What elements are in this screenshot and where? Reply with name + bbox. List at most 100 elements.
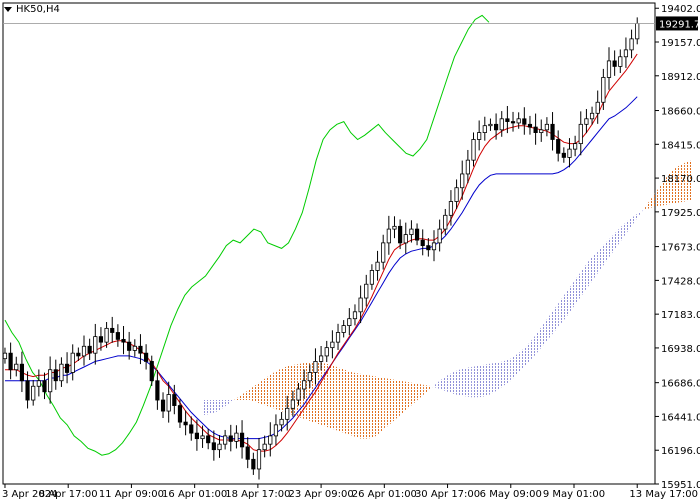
candle-body bbox=[454, 187, 459, 202]
candle-body bbox=[59, 363, 64, 382]
candle-body bbox=[539, 129, 544, 133]
candle bbox=[93, 323, 98, 365]
cloud-segment bbox=[637, 207, 646, 219]
candle bbox=[561, 147, 566, 163]
candle-body bbox=[290, 399, 295, 409]
candle-body bbox=[556, 139, 561, 154]
candle-body bbox=[189, 424, 194, 434]
candle bbox=[431, 230, 437, 262]
candle-body bbox=[19, 363, 25, 382]
cloud-segment bbox=[329, 364, 337, 431]
candle bbox=[251, 452, 256, 475]
candle-body bbox=[499, 118, 504, 131]
candle bbox=[635, 17, 640, 45]
candle bbox=[132, 339, 137, 357]
cloud-segment bbox=[431, 380, 440, 390]
candle-body bbox=[426, 245, 431, 251]
candle-body bbox=[584, 118, 589, 125]
candle-body bbox=[578, 123, 583, 145]
candle bbox=[567, 138, 572, 168]
cloud-segment bbox=[487, 362, 495, 396]
candle bbox=[330, 330, 335, 359]
candle bbox=[200, 425, 205, 448]
cloud-segment bbox=[494, 361, 503, 392]
cloud-segment bbox=[439, 375, 448, 392]
candle-body bbox=[375, 261, 380, 271]
candle-body bbox=[183, 421, 188, 426]
candle bbox=[239, 420, 245, 459]
cloud-segment bbox=[621, 219, 630, 241]
candle bbox=[386, 215, 391, 255]
candle-body bbox=[448, 201, 454, 216]
candle bbox=[223, 429, 228, 450]
candle bbox=[2, 347, 8, 364]
candle-body bbox=[522, 118, 527, 125]
candle bbox=[510, 111, 516, 132]
y-tick-label: 18912.0 bbox=[661, 72, 700, 83]
candle-body bbox=[437, 228, 442, 244]
candle bbox=[612, 50, 617, 76]
cloud-segment bbox=[447, 371, 456, 395]
candle bbox=[324, 340, 329, 363]
x-tick-label: 6 May 09:00 bbox=[480, 489, 542, 500]
candle-body bbox=[228, 435, 233, 442]
x-tick-label: 9 May 01:00 bbox=[543, 489, 605, 500]
candle bbox=[522, 107, 527, 135]
candle-body bbox=[550, 123, 555, 140]
candle bbox=[256, 437, 262, 480]
y-tick-label: 17673.0 bbox=[661, 243, 700, 254]
candle bbox=[268, 422, 273, 457]
current-price-marker: 19291.7 bbox=[3, 16, 700, 31]
candle bbox=[471, 132, 476, 167]
cloud-segment bbox=[281, 365, 290, 414]
candle bbox=[121, 326, 126, 355]
candle-body bbox=[341, 325, 346, 333]
candle-body bbox=[561, 152, 566, 158]
candle-body bbox=[262, 443, 267, 451]
candle bbox=[539, 119, 544, 142]
candle bbox=[595, 90, 600, 124]
candle-body bbox=[319, 355, 324, 362]
candle bbox=[426, 238, 431, 257]
cloud-segment bbox=[289, 364, 298, 417]
candle-body bbox=[516, 118, 521, 124]
candle bbox=[70, 344, 75, 381]
candle-body bbox=[239, 432, 245, 448]
x-tick-label: 18 Apr 17:00 bbox=[225, 489, 290, 500]
candle bbox=[59, 357, 64, 387]
cloud-segment bbox=[360, 373, 369, 439]
candle-body bbox=[98, 336, 104, 343]
candle bbox=[335, 323, 341, 350]
candle-body bbox=[392, 225, 397, 230]
candle bbox=[19, 351, 25, 393]
chart-area[interactable]: 19402.0 19157.0 18912.0 18660.0 18415.0 18170… bbox=[0, 0, 700, 500]
y-tick-label: 19157.0 bbox=[661, 38, 700, 49]
candle bbox=[87, 338, 92, 360]
candle-body bbox=[48, 369, 53, 393]
candle-body bbox=[443, 214, 448, 230]
candle-body bbox=[567, 148, 572, 158]
symbol-label: HK50,H4 bbox=[16, 4, 60, 15]
y-tick-label: 18170.0 bbox=[661, 174, 700, 185]
cloud-segment bbox=[265, 372, 274, 409]
cloud-segment bbox=[463, 366, 472, 398]
cloud-segment bbox=[510, 353, 519, 381]
candle bbox=[42, 372, 47, 400]
candle-body bbox=[488, 123, 493, 127]
candlestick-chart[interactable]: 19402.0 19157.0 18912.0 18660.0 18415.0 18170… bbox=[0, 0, 700, 500]
candle-body bbox=[386, 228, 391, 244]
candle-body bbox=[14, 363, 19, 371]
candle bbox=[177, 399, 183, 428]
candle bbox=[623, 37, 629, 68]
y-tick-label: 17428.0 bbox=[661, 276, 700, 287]
candle-body bbox=[364, 283, 369, 299]
candle-body bbox=[160, 399, 166, 412]
cloud-segment bbox=[518, 346, 527, 373]
symbol-dropdown-icon[interactable] bbox=[4, 7, 12, 12]
candle bbox=[618, 49, 623, 73]
candle bbox=[420, 229, 425, 256]
candle-body bbox=[121, 338, 126, 343]
cloud-segment bbox=[558, 292, 567, 327]
candle bbox=[14, 356, 19, 377]
candle-body bbox=[612, 60, 617, 67]
